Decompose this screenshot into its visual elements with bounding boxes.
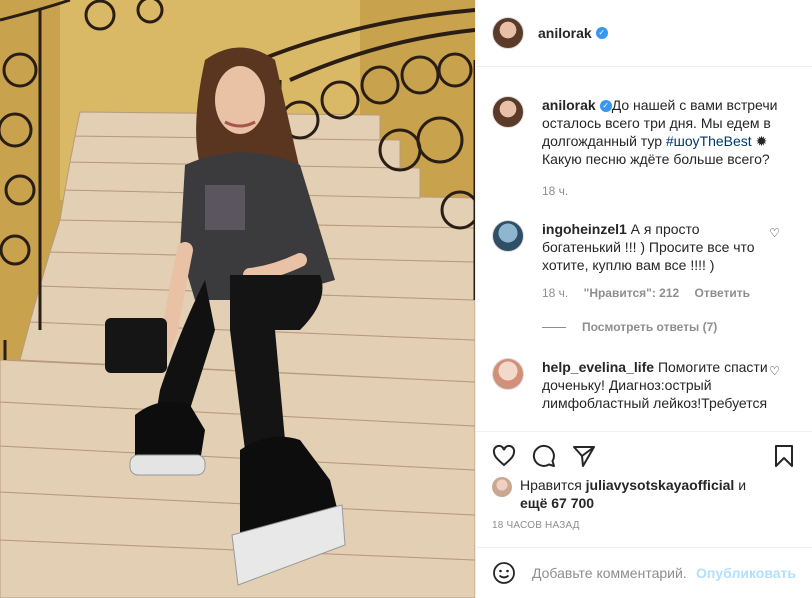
caption-hashtag-link[interactable]: #шоуTheBest <box>666 133 752 149</box>
publish-comment-button[interactable]: Опубликовать <box>696 565 796 581</box>
view-replies-button[interactable]: Посмотреть ответы (7) <box>542 320 796 334</box>
post-panel: anilorak ✓ anilorak ✓ До нашей с вами встр… <box>475 0 812 598</box>
author-avatar[interactable] <box>492 17 524 49</box>
comment-username[interactable]: help_evelina_life <box>542 359 654 375</box>
comment-like-heart-icon[interactable]: ♡ <box>769 364 780 378</box>
photo-illustration <box>0 0 475 598</box>
caption: anilorak ✓ До нашей с вами встречи осталос… <box>492 96 796 198</box>
comment-avatar[interactable] <box>492 220 524 252</box>
author-username[interactable]: anilorak <box>538 25 592 41</box>
comment-avatar[interactable] <box>492 358 524 390</box>
comment-like-heart-icon[interactable]: ♡ <box>769 226 780 240</box>
post-actions-bar <box>476 431 812 479</box>
post-header: anilorak ✓ <box>476 0 812 67</box>
share-icon[interactable] <box>572 444 596 468</box>
verified-badge-icon: ✓ <box>599 100 612 113</box>
caption-time[interactable]: 18 ч. <box>542 184 568 198</box>
view-replies-label[interactable]: Посмотреть ответы (7) <box>582 320 717 334</box>
verified-badge-icon: ✓ <box>595 27 608 39</box>
caption-avatar[interactable] <box>492 96 524 128</box>
comment-icon[interactable] <box>532 444 556 468</box>
comment-item: ingoheinzel1 А я просто богатенький !!! … <box>492 220 796 334</box>
bookmark-icon[interactable] <box>772 444 796 468</box>
comment-reply-button[interactable]: Ответить <box>695 286 750 300</box>
comment-item: help_evelina_life Помогите спасти дочень… <box>492 358 796 412</box>
comments-list[interactable]: anilorak ✓ До нашей с вами встречи осталос… <box>476 68 812 430</box>
likes-others-count[interactable]: ещё 67 700 <box>520 495 594 511</box>
likes-prefix: Нравится <box>520 477 586 493</box>
post-photo[interactable] <box>0 0 475 598</box>
likes-mid: и <box>734 477 747 493</box>
post-timestamp[interactable]: 18 ЧАСОВ НАЗАД <box>492 520 580 531</box>
caption-username[interactable]: anilorak <box>542 97 596 113</box>
comment-likes-count[interactable]: "Нравится": 212 <box>584 286 680 300</box>
replies-divider <box>542 326 566 328</box>
heart-icon[interactable] <box>492 444 516 468</box>
add-comment-bar: Опубликовать <box>476 547 812 598</box>
comment-time[interactable]: 18 ч. <box>542 286 568 300</box>
comment-input[interactable] <box>532 565 689 581</box>
liker-avatar[interactable] <box>492 477 512 497</box>
comment-username[interactable]: ingoheinzel1 <box>542 221 627 237</box>
likes-summary: Нравится juliavysotskayaofficial и ещё 6… <box>492 476 796 512</box>
emoji-icon[interactable] <box>492 561 516 585</box>
liker-username[interactable]: juliavysotskayaofficial <box>586 477 735 493</box>
